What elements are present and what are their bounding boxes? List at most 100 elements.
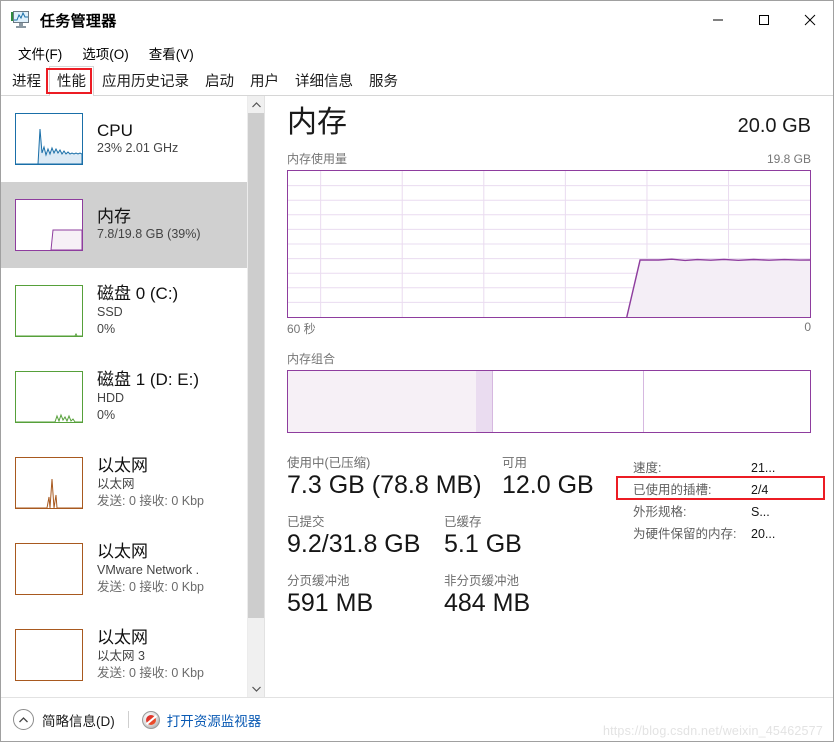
sidebar-item-cpu-title: CPU bbox=[97, 120, 133, 140]
sidebar-item-cpu[interactable]: CPU 23% 2.01 GHz bbox=[1, 96, 247, 182]
stat-paged-pool: 分页缓冲池 591 MB bbox=[287, 573, 444, 618]
graph-axis-left: 60 秒 bbox=[287, 322, 316, 336]
sidebar-item-ethernet-2-title: 以太网 bbox=[97, 542, 148, 562]
stat-cached-value: 5.1 GB bbox=[444, 530, 522, 559]
info-speed-value: 21... bbox=[751, 461, 776, 475]
graph-caption: 内存使用量 bbox=[287, 152, 348, 166]
composition-segment-free bbox=[642, 371, 810, 432]
info-form-factor-label: 外形规格: bbox=[633, 505, 687, 519]
open-resource-monitor-link[interactable]: 打开资源监视器 bbox=[141, 710, 262, 730]
sidebar-item-disk0-text: 磁盘 0 (C:) SSD 0% bbox=[97, 284, 178, 337]
memory-usage-graph bbox=[287, 170, 811, 318]
cpu-thumbnail-graph bbox=[15, 113, 83, 165]
close-button[interactable] bbox=[787, 1, 833, 39]
info-speed-label: 速度: bbox=[633, 461, 662, 475]
sidebar-item-ethernet-3-sub1: 以太网 3 bbox=[97, 648, 145, 663]
stats-left: 使用中(已压缩) 7.3 GB (78.8 MB) 可用 12.0 GB 已提交… bbox=[287, 455, 617, 697]
composition-segment-standby bbox=[491, 371, 643, 432]
composition-segment-modified bbox=[475, 371, 492, 432]
info-form-factor-value: S... bbox=[751, 505, 770, 519]
tab-details[interactable]: 详细信息 bbox=[287, 66, 361, 96]
ethernet2-thumbnail-graph bbox=[15, 543, 83, 595]
graph-axis-right: 0 bbox=[804, 320, 811, 334]
status-separator bbox=[127, 711, 129, 728]
sidebar-scrollbar[interactable] bbox=[247, 96, 264, 697]
sidebar-item-disk0[interactable]: 磁盘 0 (C:) SSD 0% bbox=[1, 268, 247, 354]
stat-in-use-label: 使用中(已压缩) bbox=[287, 456, 371, 470]
memory-composition-bar bbox=[287, 370, 811, 433]
ethernet3-thumbnail-graph bbox=[15, 629, 83, 681]
graph-caption-row: 内存使用量 19.8 GB bbox=[287, 150, 811, 167]
window-title: 任务管理器 bbox=[40, 12, 117, 30]
sidebar-item-disk0-sub2: 0% bbox=[97, 321, 116, 336]
scroll-up-icon[interactable] bbox=[248, 96, 264, 113]
stat-nonpaged-pool-label: 非分页缓冲池 bbox=[444, 574, 520, 588]
resource-monitor-icon bbox=[141, 710, 160, 729]
chevron-up-icon bbox=[13, 709, 34, 730]
graph-axis-row: 60 秒 0 bbox=[287, 320, 811, 337]
scrollbar-thumb[interactable] bbox=[248, 113, 264, 618]
stat-paged-pool-label: 分页缓冲池 bbox=[287, 574, 350, 588]
fewer-details-button[interactable]: 简略信息(D) bbox=[13, 709, 115, 730]
sidebar-item-ethernet-3-sub2: 发送: 0 接收: 0 Kbp bbox=[97, 665, 204, 680]
stat-available-value: 12.0 GB bbox=[502, 471, 594, 500]
sidebar-item-disk0-sub1: SSD bbox=[97, 304, 123, 319]
sidebar-item-ethernet-1[interactable]: 以太网 以太网 发送: 0 接收: 0 Kbp bbox=[1, 440, 247, 526]
scroll-down-icon[interactable] bbox=[248, 680, 264, 697]
memory-header: 内存 20.0 GB bbox=[287, 108, 811, 138]
ethernet1-thumbnail-graph bbox=[15, 457, 83, 509]
stat-nonpaged-pool-value: 484 MB bbox=[444, 589, 531, 618]
sidebar-item-ethernet-2-sub1: VMware Network . bbox=[97, 562, 200, 577]
resource-sidebar: CPU 23% 2.01 GHz 内存 7.8/19.8 GB (39%) 磁盘… bbox=[1, 96, 265, 697]
sidebar-item-ethernet-3[interactable]: 以太网 以太网 3 发送: 0 接收: 0 Kbp bbox=[1, 612, 247, 697]
stats-area: 使用中(已压缩) 7.3 GB (78.8 MB) 可用 12.0 GB 已提交… bbox=[287, 455, 825, 697]
minimize-button[interactable] bbox=[695, 1, 741, 39]
stat-paged-pool-value: 591 MB bbox=[287, 589, 374, 618]
sidebar-item-memory[interactable]: 内存 7.8/19.8 GB (39%) bbox=[1, 182, 247, 268]
stats-row-3: 分页缓冲池 591 MB 非分页缓冲池 484 MB bbox=[287, 573, 617, 618]
stats-row-2: 已提交 9.2/31.8 GB 已缓存 5.1 GB bbox=[287, 514, 617, 559]
info-row-form-factor: 外形规格: S... bbox=[633, 501, 811, 523]
sidebar-item-disk1[interactable]: 磁盘 1 (D: E:) HDD 0% bbox=[1, 354, 247, 440]
open-resource-monitor-label: 打开资源监视器 bbox=[166, 713, 262, 729]
tab-processes[interactable]: 进程 bbox=[4, 66, 49, 96]
stats-row-1: 使用中(已压缩) 7.3 GB (78.8 MB) 可用 12.0 GB bbox=[287, 455, 617, 500]
sidebar-item-ethernet-1-sub2: 发送: 0 接收: 0 Kbp bbox=[97, 493, 204, 508]
content-body: CPU 23% 2.01 GHz 内存 7.8/19.8 GB (39%) 磁盘… bbox=[1, 96, 833, 697]
maximize-button[interactable] bbox=[741, 1, 787, 39]
stat-available: 可用 12.0 GB bbox=[502, 455, 594, 500]
graph-max-label: 19.8 GB bbox=[766, 152, 811, 166]
disk0-thumbnail-graph bbox=[15, 285, 83, 337]
tab-app-history[interactable]: 应用历史记录 bbox=[94, 66, 197, 96]
sidebar-item-ethernet-2[interactable]: 以太网 VMware Network . 发送: 0 接收: 0 Kbp bbox=[1, 526, 247, 612]
tab-performance[interactable]: 性能 bbox=[49, 66, 94, 96]
memory-total: 20.0 GB bbox=[737, 115, 811, 137]
sidebar-item-disk1-sub2: 0% bbox=[97, 407, 116, 422]
stat-in-use: 使用中(已压缩) 7.3 GB (78.8 MB) bbox=[287, 455, 502, 500]
stat-nonpaged-pool: 非分页缓冲池 484 MB bbox=[444, 573, 530, 618]
sidebar-item-cpu-sub1: 23% 2.01 GHz bbox=[97, 141, 179, 156]
sidebar-item-memory-title: 内存 bbox=[97, 206, 131, 226]
info-hardware-reserved-value: 20... bbox=[751, 527, 776, 541]
tab-services[interactable]: 服务 bbox=[361, 66, 406, 96]
stat-committed-label: 已提交 bbox=[287, 515, 325, 529]
sidebar-item-disk1-text: 磁盘 1 (D: E:) HDD 0% bbox=[97, 370, 199, 423]
tab-users[interactable]: 用户 bbox=[242, 66, 287, 96]
info-row-slots-used: 已使用的插槽: 2/4 bbox=[633, 479, 811, 501]
menu-item-options[interactable]: 选项(O) bbox=[73, 41, 138, 65]
sidebar-item-ethernet-3-text: 以太网 以太网 3 发送: 0 接收: 0 Kbp bbox=[97, 628, 204, 681]
sidebar-item-memory-sub1: 7.8/19.8 GB (39%) bbox=[97, 227, 201, 242]
menu-item-view[interactable]: 查看(V) bbox=[140, 41, 203, 65]
window-controls bbox=[695, 1, 833, 39]
hardware-info-list: 速度: 21... 已使用的插槽: 2/4 外形规格: S... 为硬件保留的内… bbox=[616, 455, 825, 697]
sidebar-item-ethernet-1-title: 以太网 bbox=[97, 456, 148, 476]
memory-thumbnail-graph bbox=[15, 199, 83, 251]
sidebar-item-ethernet-1-text: 以太网 以太网 发送: 0 接收: 0 Kbp bbox=[97, 456, 204, 509]
task-manager-icon bbox=[11, 11, 31, 29]
menu-bar: 文件(F) 选项(O) 查看(V) bbox=[1, 39, 833, 66]
info-slots-used-label: 已使用的插槽: bbox=[633, 483, 712, 497]
stat-committed-value: 9.2/31.8 GB bbox=[287, 530, 421, 559]
tab-startup[interactable]: 启动 bbox=[197, 66, 242, 96]
status-bar: 简略信息(D) 打开资源监视器 https://blog.csdn.net/we… bbox=[1, 697, 833, 741]
menu-item-file[interactable]: 文件(F) bbox=[9, 41, 71, 65]
